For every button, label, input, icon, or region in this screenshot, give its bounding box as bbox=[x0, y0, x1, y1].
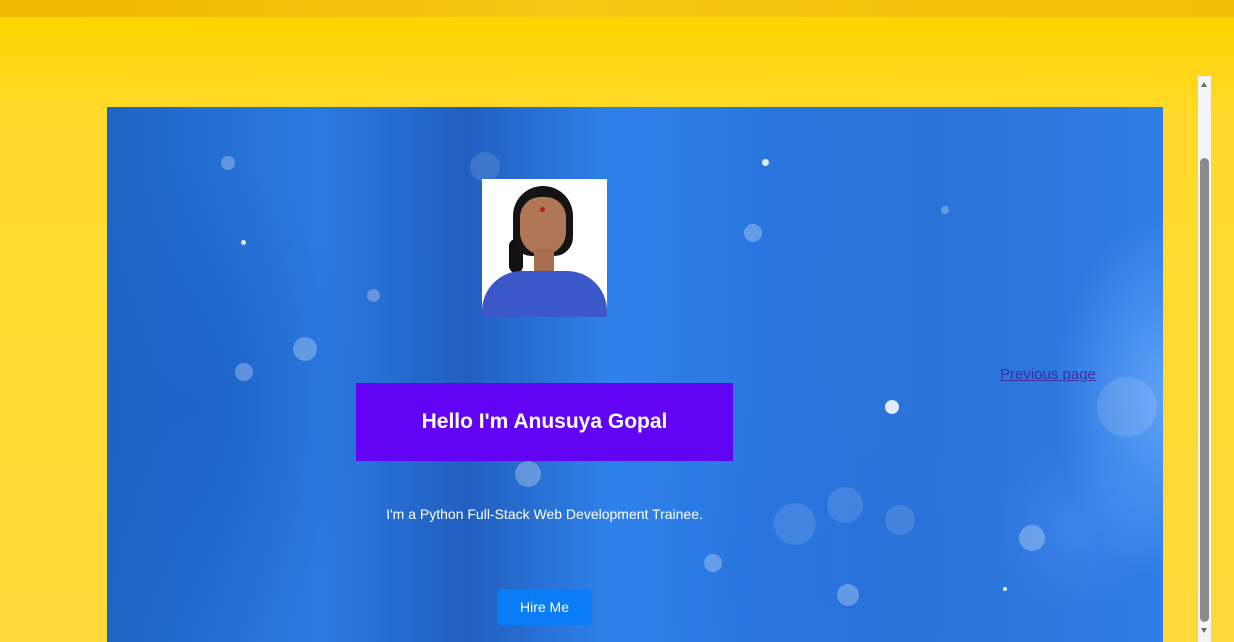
chevron-down-icon[interactable] bbox=[1201, 628, 1207, 633]
tagline-text: I'm a Python Full-Stack Web Development … bbox=[386, 506, 703, 522]
bokeh-light bbox=[470, 152, 500, 182]
greeting-heading: Hello I'm Anusuya Gopal bbox=[421, 410, 668, 433]
photo-face bbox=[520, 197, 566, 255]
bokeh-light bbox=[293, 337, 317, 361]
hire-me-button[interactable]: Hire Me bbox=[497, 589, 592, 625]
profile-photo bbox=[482, 179, 607, 317]
bokeh-light bbox=[827, 487, 863, 523]
bokeh-light bbox=[774, 503, 816, 545]
bokeh-light bbox=[704, 554, 722, 572]
scrollbar-thumb[interactable] bbox=[1200, 158, 1209, 622]
greeting-banner: Hello I'm Anusuya Gopal bbox=[356, 383, 733, 461]
bokeh-light bbox=[241, 240, 246, 245]
previous-page-link[interactable]: Previous page bbox=[1000, 366, 1096, 383]
bokeh-light bbox=[235, 363, 253, 381]
bokeh-light bbox=[515, 461, 541, 487]
bokeh-light bbox=[941, 206, 949, 214]
bokeh-light bbox=[1097, 377, 1157, 437]
hero-section: Previous page Hello I'm Anusuya Gopal I'… bbox=[107, 107, 1163, 642]
bokeh-light bbox=[367, 289, 380, 302]
bokeh-light bbox=[221, 156, 235, 170]
chevron-up-icon[interactable] bbox=[1201, 82, 1207, 87]
bokeh-light bbox=[837, 584, 859, 606]
vertical-scrollbar[interactable] bbox=[1198, 76, 1211, 642]
bokeh-light bbox=[885, 400, 899, 414]
bokeh-light bbox=[1003, 587, 1007, 591]
bokeh-light bbox=[762, 159, 769, 166]
bokeh-light bbox=[1019, 525, 1045, 551]
bokeh-light bbox=[885, 505, 915, 535]
bokeh-light bbox=[744, 224, 762, 242]
photo-bindi bbox=[540, 207, 545, 212]
photo-shirt bbox=[482, 271, 607, 317]
top-band bbox=[0, 0, 1234, 17]
